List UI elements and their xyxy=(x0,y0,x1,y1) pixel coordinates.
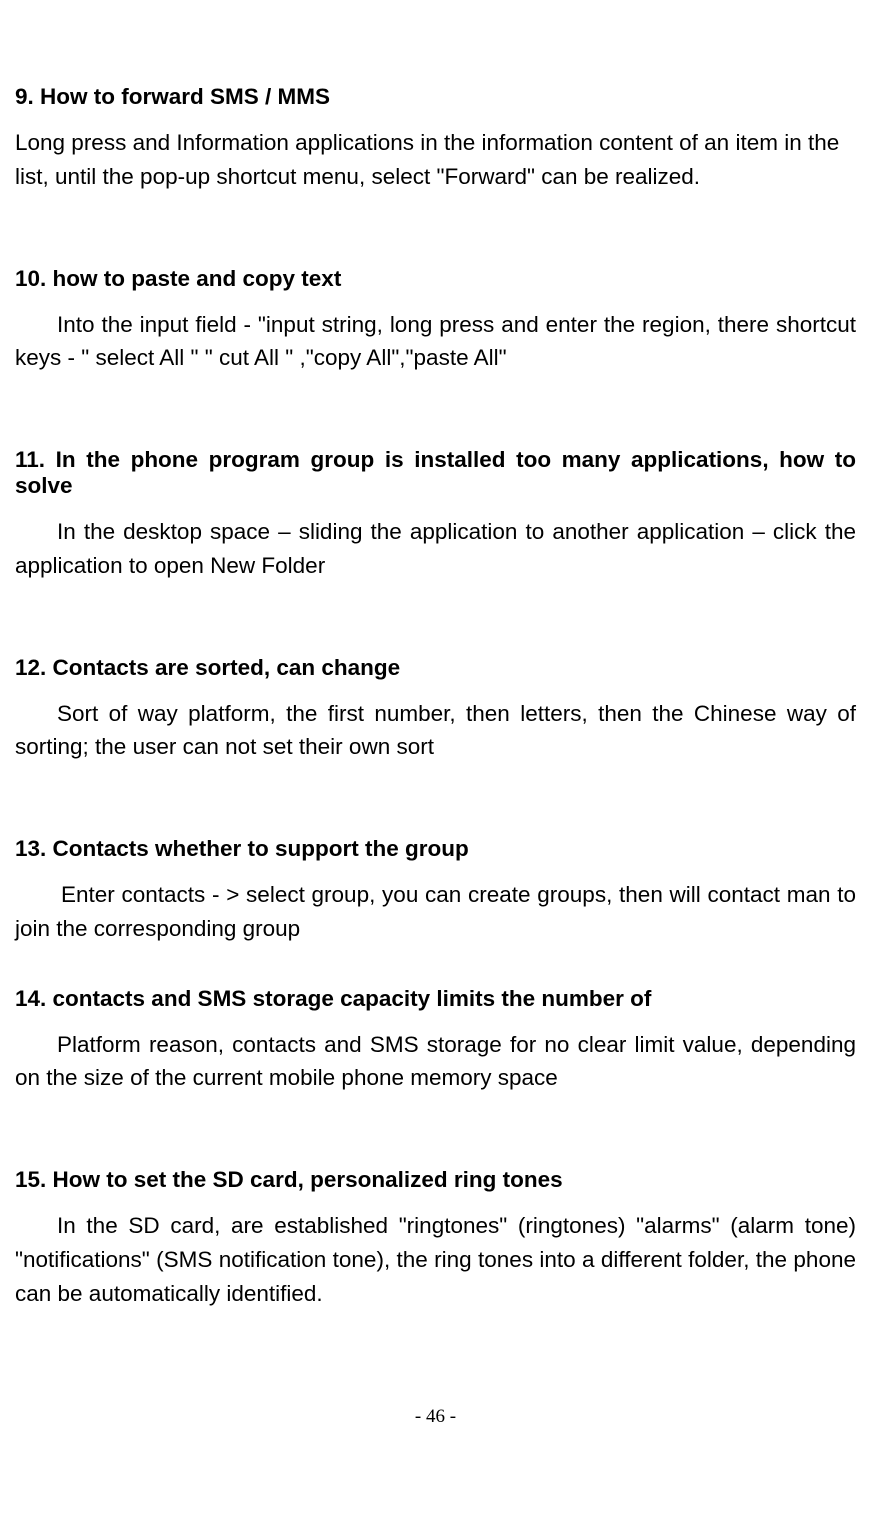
section-gap xyxy=(15,764,856,836)
section-11: 11. In the phone program group is instal… xyxy=(15,447,856,583)
section-9-heading: 9. How to forward SMS / MMS xyxy=(15,84,856,110)
section-10-body: Into the input field - "input string, lo… xyxy=(15,308,856,376)
section-13-body: Enter contacts - > select group, you can… xyxy=(15,878,856,946)
section-gap xyxy=(15,375,856,447)
section-gap xyxy=(15,946,856,986)
section-14-body: Platform reason, contacts and SMS storag… xyxy=(15,1028,856,1096)
section-gap xyxy=(15,583,856,655)
page-number: - 46 - xyxy=(15,1406,856,1458)
section-gap xyxy=(15,194,856,266)
section-13: 13. Contacts whether to support the grou… xyxy=(15,836,856,946)
section-15-heading: 15. How to set the SD card, personalized… xyxy=(15,1167,856,1193)
section-10: 10. how to paste and copy text Into the … xyxy=(15,266,856,376)
section-14: 14. contacts and SMS storage capacity li… xyxy=(15,986,856,1096)
section-13-heading: 13. Contacts whether to support the grou… xyxy=(15,836,856,862)
section-11-body: In the desktop space – sliding the appli… xyxy=(15,515,856,583)
section-12-heading: 12. Contacts are sorted, can change xyxy=(15,655,856,681)
section-14-heading: 14. contacts and SMS storage capacity li… xyxy=(15,986,856,1012)
section-9-body: Long press and Information applications … xyxy=(15,126,856,194)
section-15-body: In the SD card, are established "rington… xyxy=(15,1209,856,1310)
document-page: 9. How to forward SMS / MMS Long press a… xyxy=(0,0,871,1458)
section-15: 15. How to set the SD card, personalized… xyxy=(15,1167,856,1310)
section-10-heading: 10. how to paste and copy text xyxy=(15,266,856,292)
section-12: 12. Contacts are sorted, can change Sort… xyxy=(15,655,856,765)
section-gap xyxy=(15,1095,856,1167)
section-11-heading: 11. In the phone program group is instal… xyxy=(15,447,856,499)
section-12-body: Sort of way platform, the first number, … xyxy=(15,697,856,765)
section-9: 9. How to forward SMS / MMS Long press a… xyxy=(15,84,856,194)
